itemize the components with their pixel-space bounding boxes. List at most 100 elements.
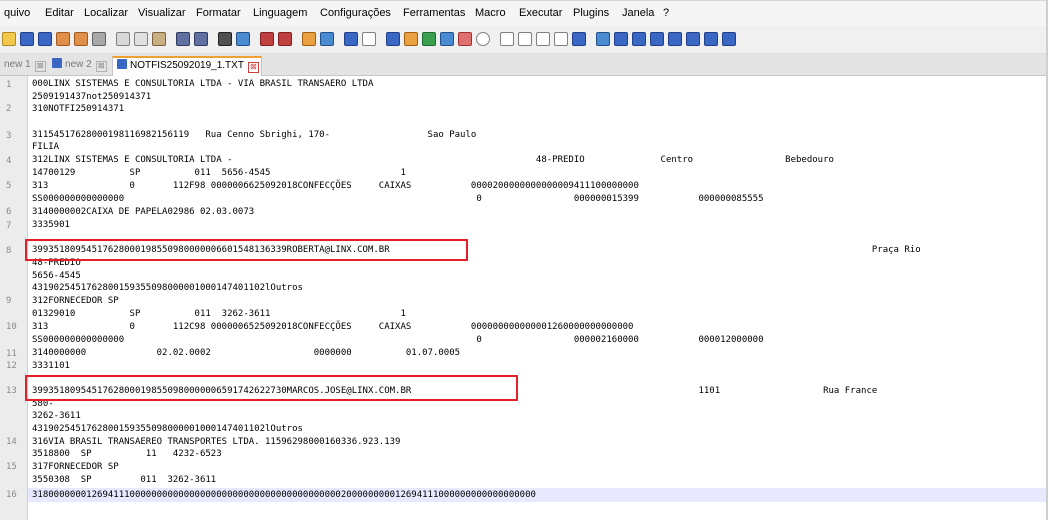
toolbar xyxy=(0,26,1048,54)
line-number: 14 xyxy=(6,437,17,447)
menu-macro[interactable]: Macro xyxy=(475,7,506,19)
highlight-box-line-8 xyxy=(25,239,468,261)
nav-down-icon[interactable] xyxy=(686,32,700,46)
line-number: 9 xyxy=(6,296,12,306)
save-icon xyxy=(52,58,62,68)
line-number: 8 xyxy=(6,246,12,256)
open-icon[interactable] xyxy=(2,32,16,46)
paste-icon[interactable] xyxy=(152,32,166,46)
menu-ferramentas[interactable]: Ferramentas xyxy=(403,7,465,19)
text-line: 3180000000126941110000000000000000000000… xyxy=(32,490,536,500)
line-number: 16 xyxy=(6,490,17,500)
save-icon[interactable] xyxy=(20,32,34,46)
monitor-icon[interactable] xyxy=(476,32,490,46)
compare-icon[interactable] xyxy=(614,32,628,46)
menu-janela[interactable]: Janela xyxy=(622,7,654,19)
nav-last-icon[interactable] xyxy=(704,32,718,46)
close-all-icon[interactable] xyxy=(74,32,88,46)
text-line: 3550308 SP 011 3262-3611 xyxy=(32,475,217,485)
tab-label: new 1 xyxy=(4,59,31,70)
tab-notfis[interactable]: NOTFIS25092019_1.TXT ⊠ xyxy=(112,56,262,76)
replace-icon[interactable] xyxy=(236,32,250,46)
line-number: 15 xyxy=(6,462,17,472)
menu-editar[interactable]: Editar xyxy=(45,7,74,19)
text-line: 3262-3611 xyxy=(32,411,81,421)
close-icon[interactable] xyxy=(56,32,70,46)
menu-linguagem[interactable]: Linguagem xyxy=(253,7,307,19)
save-macro-icon[interactable] xyxy=(572,32,586,46)
copy-icon[interactable] xyxy=(134,32,148,46)
play-multi-icon[interactable] xyxy=(554,32,568,46)
line-number: 10 xyxy=(6,322,17,332)
text-line: 317FORNECEDOR SP xyxy=(32,462,119,472)
line-number: 2 xyxy=(6,104,12,114)
text-line: 3140000002CAIXA DE PAPELA02986 02.03.007… xyxy=(32,207,255,217)
tab-close-icon[interactable]: ⊠ xyxy=(247,62,259,73)
stop-icon[interactable] xyxy=(518,32,532,46)
table-icon[interactable] xyxy=(722,32,736,46)
tab-new-1[interactable]: new 1 ⊠ xyxy=(0,57,46,75)
tab-close-icon[interactable]: ⊠ xyxy=(95,61,107,72)
line-number: 3 xyxy=(6,131,12,141)
find-icon[interactable] xyxy=(218,32,232,46)
print-icon[interactable] xyxy=(92,32,106,46)
text-line: 14700129 SP 011 5656-4545 1 xyxy=(32,168,406,178)
udl-icon[interactable] xyxy=(404,32,418,46)
text-editor[interactable]: 1 2 3 4 5 6 7 8 9 10 11 12 13 14 15 16 0… xyxy=(0,76,1048,520)
spell-icon[interactable] xyxy=(596,32,610,46)
text-line: SS000000000000000 0 000000015399 0000000… xyxy=(32,194,764,204)
line-number: 1 xyxy=(6,80,12,90)
line-number: 12 xyxy=(6,361,17,371)
menu-arquivo[interactable]: quivo xyxy=(4,7,30,19)
menu-localizar[interactable]: Localizar xyxy=(84,7,128,19)
zoom-in-icon[interactable] xyxy=(260,32,274,46)
play-icon[interactable] xyxy=(536,32,550,46)
text-line: 3335901 xyxy=(32,220,70,230)
folder-workspace-icon[interactable] xyxy=(458,32,472,46)
doc-map-icon[interactable] xyxy=(422,32,436,46)
nav-first-icon[interactable] xyxy=(650,32,664,46)
menu-visualizar[interactable]: Visualizar xyxy=(138,7,186,19)
text-line: 3140000000 02.02.0002 0000000 01.07.0005 xyxy=(32,348,461,358)
text-line: 01329010 SP 011 3262-3611 1 xyxy=(32,309,406,319)
line-number: 7 xyxy=(6,221,12,231)
zoom-out-icon[interactable] xyxy=(278,32,292,46)
text-line: 2509191437not250914371 xyxy=(32,92,152,102)
tab-label: new 2 xyxy=(65,59,92,70)
menu-executar[interactable]: Executar xyxy=(519,7,562,19)
wrap-icon[interactable] xyxy=(344,32,358,46)
undo-icon[interactable] xyxy=(176,32,190,46)
tab-new-2[interactable]: new 2 ⊠ xyxy=(48,57,110,75)
text-line: SS000000000000000 0 000002160000 0000120… xyxy=(32,335,764,345)
text-line: 4319025451762800159355098000001000147401… xyxy=(32,424,303,434)
all-chars-icon[interactable] xyxy=(362,32,376,46)
tab-close-icon[interactable]: ⊠ xyxy=(34,61,46,72)
line-number: 5 xyxy=(6,181,12,191)
sync-v-icon[interactable] xyxy=(302,32,316,46)
text-line: 310NOTFI250914371 xyxy=(32,104,125,114)
text-line: 5656-4545 xyxy=(32,271,81,281)
record-icon[interactable] xyxy=(500,32,514,46)
menu-help[interactable]: ? xyxy=(663,7,669,19)
function-list-icon[interactable] xyxy=(440,32,454,46)
text-line: 312FORNECEDOR SP xyxy=(32,296,119,306)
text-line: 31154517628000198116982156119 Rua Cenno … xyxy=(32,130,477,140)
redo-icon[interactable] xyxy=(194,32,208,46)
line-number: 11 xyxy=(6,349,17,359)
line-number-gutter xyxy=(0,76,28,520)
line-number: 4 xyxy=(6,156,12,166)
text-line: 3518800 SP 11 4232-6523 xyxy=(32,449,222,459)
compare-icon-2[interactable] xyxy=(632,32,646,46)
menu-configuracoes[interactable]: Configurações xyxy=(320,7,391,19)
menu-plugins[interactable]: Plugins xyxy=(573,7,609,19)
cut-icon[interactable] xyxy=(116,32,130,46)
save-all-icon[interactable] xyxy=(38,32,52,46)
nav-up-icon[interactable] xyxy=(668,32,682,46)
text-line: 313 0 112C98 0000006525092018CONFECÇÕES … xyxy=(32,322,634,332)
sync-h-icon[interactable] xyxy=(320,32,334,46)
text-line: FILIA xyxy=(32,142,60,152)
menu-formatar[interactable]: Formatar xyxy=(196,7,241,19)
text-line: 312LINX SISTEMAS E CONSULTORIA LTDA - 48… xyxy=(32,155,834,165)
text-line: 313 0 112F98 000000б625092018CONFECÇÕES … xyxy=(32,181,639,191)
indent-guide-icon[interactable] xyxy=(386,32,400,46)
